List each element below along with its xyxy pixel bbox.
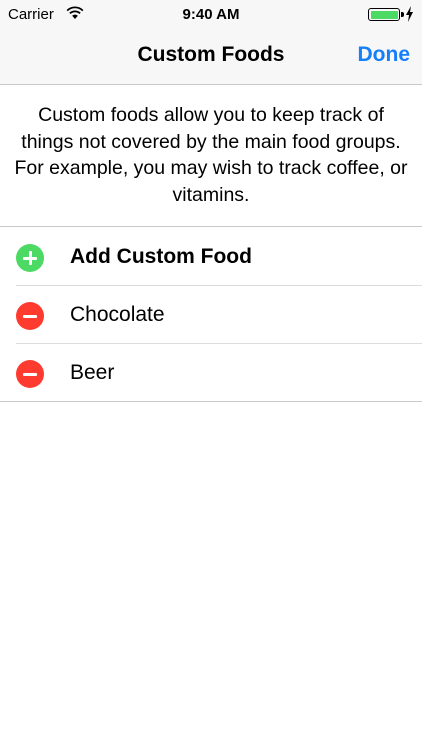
- list-item[interactable]: Chocolate: [0, 285, 422, 343]
- list-item[interactable]: Beer: [0, 343, 422, 401]
- charging-bolt-icon: [406, 6, 413, 22]
- top-bar: Carrier 9:40 AM Custom Foods Done: [0, 0, 422, 85]
- list-item-label: Chocolate: [70, 303, 165, 326]
- battery-icon: [368, 8, 404, 21]
- clock: 9:40 AM: [182, 6, 240, 23]
- custom-foods-list: Add Custom Food Chocolate Beer: [0, 226, 422, 402]
- add-custom-food-label: Add Custom Food: [70, 245, 252, 268]
- delete-circle-icon[interactable]: [16, 360, 44, 388]
- delete-circle-icon[interactable]: [16, 302, 44, 330]
- add-circle-icon[interactable]: [16, 244, 44, 272]
- done-button[interactable]: Done: [358, 43, 411, 67]
- intro-text: Custom foods allow you to keep track of …: [14, 104, 408, 206]
- list-item-label: Beer: [70, 361, 115, 384]
- status-bar: Carrier 9:40 AM: [0, 0, 422, 30]
- add-custom-food-row[interactable]: Add Custom Food: [0, 227, 422, 285]
